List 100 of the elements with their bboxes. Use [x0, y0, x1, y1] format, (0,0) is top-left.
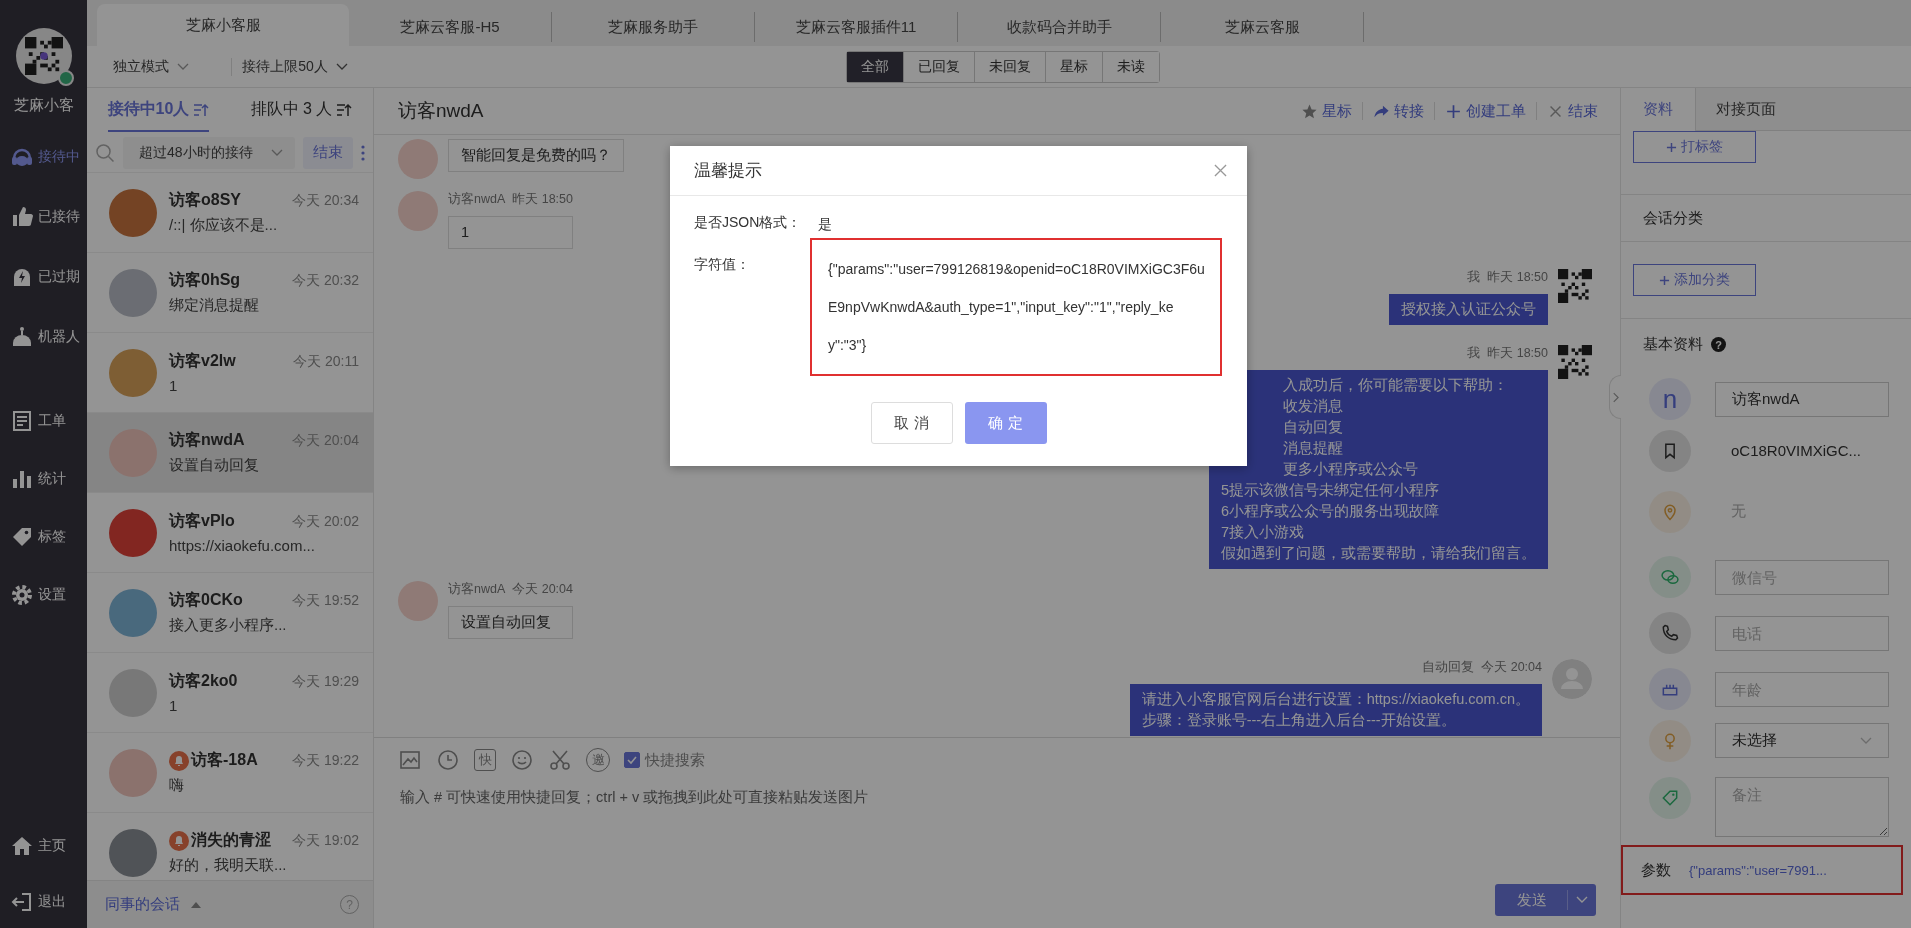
robot-icon — [10, 325, 34, 349]
message-time: 今天 19:52 — [292, 591, 359, 610]
message-text: 假如遇到了问题，或需要帮助，请给我们留言。 — [1221, 544, 1536, 563]
message-text: 6小程序或公众号的服务出现故障 — [1221, 502, 1441, 521]
chat-action[interactable]: 转接 — [1373, 101, 1424, 121]
queue-tab[interactable]: 接待中10人 — [107, 89, 210, 132]
message-text: 1 — [461, 223, 471, 242]
avatar — [398, 139, 438, 179]
conversation-item[interactable]: 访客-18A 今天 19:22 嗨 — [87, 733, 373, 813]
help-icon[interactable]: ? — [1711, 337, 1726, 352]
conversation-item[interactable]: 访客vPlo 今天 20:02 https://xiaokefu.com... — [87, 493, 373, 573]
conversation-item[interactable]: 访客2ko0 今天 19:29 1 — [87, 653, 373, 733]
app-tab[interactable]: 芝麻服务助手 — [552, 12, 755, 42]
message-time: 今天 20:34 — [292, 191, 359, 210]
params-link[interactable]: {"params":"user=7991... — [1689, 862, 1827, 878]
form-icon — [10, 409, 34, 433]
end-button[interactable]: 结束 — [303, 136, 353, 169]
profile-input[interactable]: 访客nwdA — [1715, 381, 1889, 417]
more-icon[interactable] — [361, 144, 365, 161]
check-icon — [626, 754, 638, 766]
field-label: 是否JSON格式： — [694, 213, 803, 232]
message-meta: 我 昨天 18:50 — [1467, 345, 1548, 362]
app-tab[interactable]: 芝麻云客服插件11 — [755, 12, 958, 42]
nav-item[interactable]: 标签 — [0, 525, 87, 549]
mode-dropdown[interactable]: 独立模式 — [103, 57, 200, 76]
chat-action[interactable]: 创建工单 — [1445, 101, 1526, 121]
nav-item[interactable]: 工单 — [0, 409, 87, 433]
avatar — [109, 748, 157, 797]
app-tab[interactable]: 芝麻小客服 — [97, 4, 349, 46]
chevron-down-icon — [271, 148, 283, 157]
visitor-name: 访客0CKo — [169, 590, 243, 610]
add-tag-button[interactable]: 打标签 — [1633, 131, 1756, 163]
close-icon[interactable] — [1214, 164, 1227, 177]
profile-tab[interactable]: 资料 — [1621, 88, 1696, 131]
nav-item[interactable]: 机器人 — [0, 325, 87, 349]
field-value: {"params":"user=799126819&openid=oC18R0VIMXiGC3F6uE9npVwKnwdA&auth_type=1","input_key":"1","reply_key":"3"} — [810, 238, 1222, 376]
colleague-sessions-link[interactable]: 同事的会话 — [105, 895, 202, 914]
avatar — [109, 508, 157, 557]
filter-tab[interactable]: 全部 — [846, 51, 904, 82]
quick-reply-button[interactable]: 快 — [474, 749, 496, 771]
image-icon[interactable] — [398, 748, 422, 772]
nav-item[interactable]: 退出 — [0, 890, 87, 914]
nav-item[interactable]: 设置 — [0, 583, 87, 607]
message-preview: 1 — [169, 377, 179, 394]
limit-dropdown[interactable]: 接待上限50人 — [231, 57, 358, 76]
caret-up-icon — [190, 900, 202, 909]
quick-search-checkbox[interactable]: 快捷搜索 — [624, 750, 705, 770]
message-text: 请进入小客服官网后台进行设置：https://xiaokefu.com.cn。 — [1141, 690, 1530, 709]
search-icon[interactable] — [95, 142, 115, 163]
conversation-item[interactable]: 访客0hSg 今天 20:32 绑定消息提醒 — [87, 253, 373, 333]
cancel-button[interactable]: 取 消 — [870, 402, 953, 444]
profile-tab[interactable]: 对接页面 — [1696, 88, 1796, 130]
nav-item[interactable]: 已过期 — [0, 265, 87, 289]
gender-dropdown[interactable]: 未选择 — [1715, 723, 1889, 758]
conversation-item[interactable]: 访客o8SY 今天 20:34 /::| 你应该不是... — [87, 173, 373, 253]
chevron-down-icon[interactable] — [1576, 896, 1588, 904]
app-tab[interactable]: 芝麻云客服-H5 — [349, 12, 552, 42]
sort-icon — [336, 102, 353, 117]
scissors-icon[interactable] — [548, 748, 572, 772]
visitor-name: 访客2ko0 — [169, 671, 238, 691]
tag-icon — [1660, 788, 1680, 808]
app-tab[interactable]: 芝麻云客服 — [1161, 12, 1364, 42]
params-label: 参数 — [1641, 860, 1671, 880]
nav-item[interactable]: 主页 — [0, 834, 87, 858]
avatar — [398, 581, 438, 621]
avatar — [109, 188, 157, 237]
add-category-button[interactable]: 添加分类 — [1633, 264, 1756, 296]
checkbox[interactable] — [624, 752, 640, 768]
message-time: 今天 20:02 — [292, 512, 359, 531]
home-icon — [10, 834, 34, 858]
message-meta: 自动回复 今天 20:04 — [1422, 659, 1542, 676]
message-text: 5提示该微信号未绑定任何小程序 — [1221, 481, 1441, 500]
smile-icon[interactable] — [510, 748, 534, 772]
avatar — [109, 588, 157, 637]
initial-letter: n — [1662, 383, 1678, 415]
logout-icon — [10, 890, 34, 914]
message-preview: 嗨 — [169, 776, 185, 795]
time-filter-dropdown[interactable]: 超过48小时的接待 — [123, 136, 295, 169]
avatar — [109, 348, 157, 397]
message-preview: 设置自动回复 — [169, 456, 260, 475]
chevron-down-icon — [177, 62, 190, 71]
nav-item[interactable]: 已接待 — [0, 205, 87, 229]
nav-item[interactable]: 统计 — [0, 467, 87, 491]
plus-icon — [1666, 141, 1677, 153]
app-tab[interactable]: 收款码合并助手 — [958, 12, 1161, 42]
message-preview: 接入更多小程序... — [169, 616, 288, 635]
confirm-button[interactable]: 确 定 — [964, 402, 1047, 444]
conversation-item[interactable]: 访客0CKo 今天 19:52 接入更多小程序... — [87, 573, 373, 653]
chat-action[interactable]: 结束 — [1547, 101, 1598, 121]
send-button[interactable]: 发送 — [1495, 884, 1596, 916]
qr-code-icon — [1558, 345, 1592, 379]
avatar — [398, 191, 438, 231]
qr-code-icon — [24, 37, 63, 75]
clock-icon[interactable] — [436, 748, 460, 772]
visitor-name: 访客o8SY — [169, 190, 241, 210]
avatar — [109, 828, 157, 877]
chat-action[interactable]: 星标 — [1301, 101, 1352, 121]
field-value: 是 — [817, 215, 833, 234]
section-title: 会话分类 — [1643, 208, 1703, 228]
queue-tab[interactable]: 排队中 3 人 — [250, 89, 353, 132]
